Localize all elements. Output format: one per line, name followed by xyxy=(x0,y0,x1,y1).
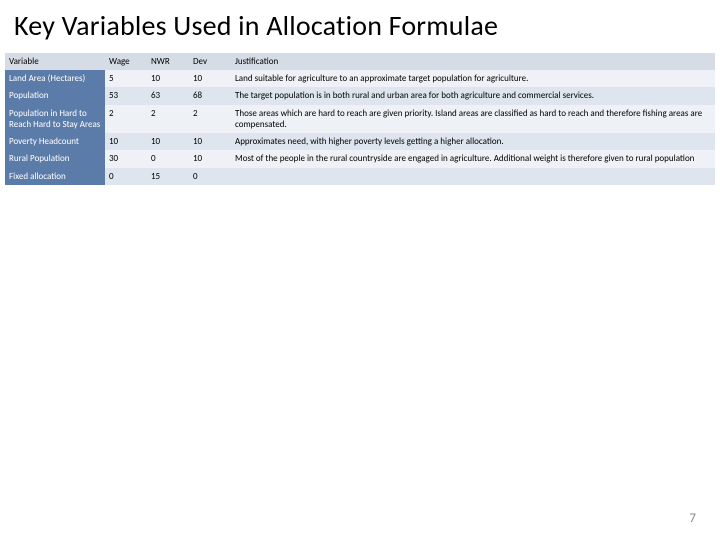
cell-justification xyxy=(231,168,715,185)
cell-justification: Those areas which are hard to reach are … xyxy=(231,105,715,134)
cell-justification: Land suitable for agriculture to an appr… xyxy=(231,70,715,87)
cell-dev: 2 xyxy=(189,105,231,134)
cell-justification: Most of the people in the rural countrys… xyxy=(231,150,715,167)
cell-dev: 68 xyxy=(189,87,231,104)
cell-dev: 10 xyxy=(189,133,231,150)
allocation-table: Variable Wage NWR Dev Justification Land… xyxy=(5,53,715,185)
page-title: Key Variables Used in Allocation Formula… xyxy=(0,0,720,53)
cell-wage: 5 xyxy=(105,70,147,87)
cell-dev: 10 xyxy=(189,70,231,87)
cell-nwr: 15 xyxy=(147,168,189,185)
cell-variable: Poverty Headcount xyxy=(5,133,105,150)
cell-dev: 0 xyxy=(189,168,231,185)
cell-variable: Population in Hard to Reach Hard to Stay… xyxy=(5,105,105,134)
table-row: Fixed allocation 0 15 0 xyxy=(5,168,715,185)
table-row: Land Area (Hectares) 5 10 10 Land suitab… xyxy=(5,70,715,87)
header-dev: Dev xyxy=(189,53,231,70)
table-header-row: Variable Wage NWR Dev Justification xyxy=(5,53,715,70)
cell-dev: 10 xyxy=(189,150,231,167)
table-row: Poverty Headcount 10 10 10 Approximates … xyxy=(5,133,715,150)
cell-wage: 10 xyxy=(105,133,147,150)
table-row: Population in Hard to Reach Hard to Stay… xyxy=(5,105,715,134)
cell-nwr: 63 xyxy=(147,87,189,104)
cell-variable: Population xyxy=(5,87,105,104)
cell-nwr: 10 xyxy=(147,133,189,150)
cell-variable: Land Area (Hectares) xyxy=(5,70,105,87)
header-variable: Variable xyxy=(5,53,105,70)
cell-nwr: 0 xyxy=(147,150,189,167)
cell-justification: Approximates need, with higher poverty l… xyxy=(231,133,715,150)
cell-nwr: 2 xyxy=(147,105,189,134)
header-wage: Wage xyxy=(105,53,147,70)
table-row: Population 53 63 68 The target populatio… xyxy=(5,87,715,104)
cell-wage: 30 xyxy=(105,150,147,167)
cell-wage: 0 xyxy=(105,168,147,185)
table-row: Rural Population 30 0 10 Most of the peo… xyxy=(5,150,715,167)
header-justification: Justification xyxy=(231,53,715,70)
cell-wage: 2 xyxy=(105,105,147,134)
cell-wage: 53 xyxy=(105,87,147,104)
cell-justification: The target population is in both rural a… xyxy=(231,87,715,104)
header-nwr: NWR xyxy=(147,53,189,70)
cell-nwr: 10 xyxy=(147,70,189,87)
cell-variable: Fixed allocation xyxy=(5,168,105,185)
page-number: 7 xyxy=(689,511,696,526)
cell-variable: Rural Population xyxy=(5,150,105,167)
